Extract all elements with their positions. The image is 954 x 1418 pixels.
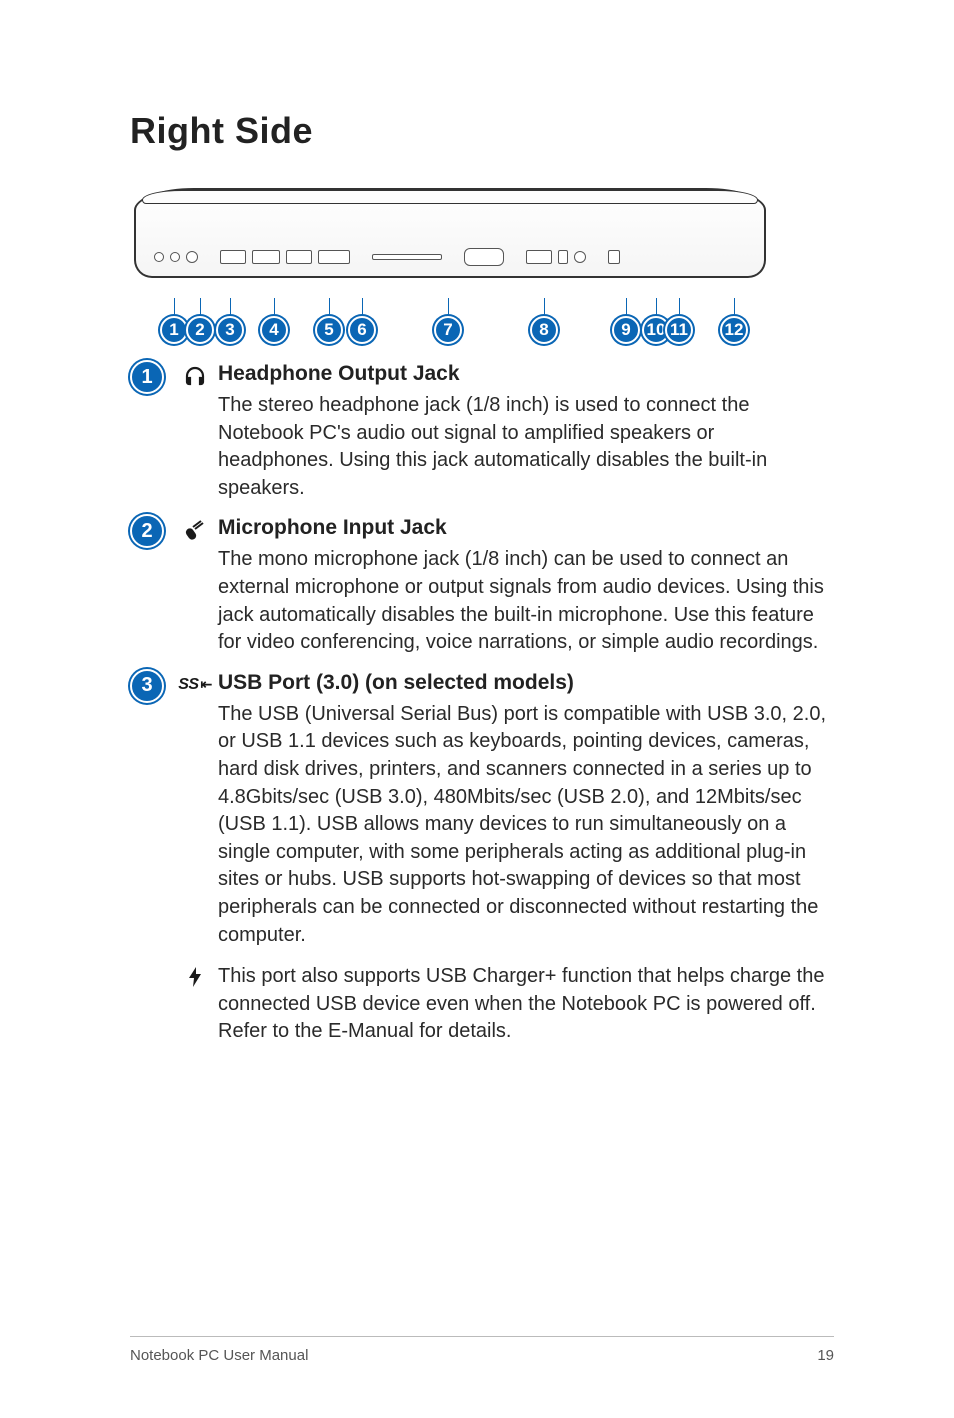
callout-4: 4 <box>260 298 288 344</box>
laptop-outline <box>134 188 766 278</box>
callout-7: 7 <box>434 298 462 344</box>
item-title: Microphone Input Jack <box>218 516 834 540</box>
item-badge: 2 <box>130 514 164 548</box>
port-esata <box>252 250 280 264</box>
port-headphone <box>154 252 164 262</box>
callout-8: 8 <box>530 298 558 344</box>
port-lock <box>608 250 620 264</box>
callout-11: 11 <box>665 298 693 344</box>
callout-number: 5 <box>315 316 343 344</box>
item-1: 1 Headphone Output Jack The stereo headp… <box>130 362 834 502</box>
callout-number: 12 <box>720 316 748 344</box>
diagram-callouts: 123456789101112 <box>130 294 770 344</box>
laptop-lid <box>142 190 758 204</box>
items-list: 1 Headphone Output Jack The stereo headp… <box>130 362 834 1046</box>
callout-3: 3 <box>216 298 244 344</box>
port-antenna <box>558 250 568 264</box>
footer-page-number: 19 <box>817 1347 834 1364</box>
right-side-diagram: 123456789101112 <box>130 184 770 334</box>
port-row <box>154 248 746 266</box>
item-text: The stereo headphone jack (1/8 inch) is … <box>218 392 834 502</box>
port-usb3 <box>186 251 198 263</box>
item-3: 3 SS⇤ USB Port (3.0) (on selected models… <box>130 671 834 949</box>
callout-number: 6 <box>348 316 376 344</box>
item-title: USB Port (3.0) (on selected models) <box>218 671 834 695</box>
page-title: Right Side <box>130 110 834 152</box>
port-hdmi <box>318 250 350 264</box>
microphone-icon <box>178 516 212 544</box>
item-text: The USB (Universal Serial Bus) port is c… <box>218 701 834 949</box>
callout-number: 3 <box>216 316 244 344</box>
port-usb2 <box>286 250 312 264</box>
callout-6: 6 <box>348 298 376 344</box>
item-badge: 3 <box>130 669 164 703</box>
usb3-icon: SS⇤ <box>178 671 212 699</box>
port-lan <box>526 250 552 264</box>
callout-9: 9 <box>612 298 640 344</box>
headphone-icon <box>178 362 212 390</box>
item-sub-text: This port also supports USB Charger+ fun… <box>218 963 834 1046</box>
callout-1: 1 <box>160 298 188 344</box>
callout-2: 2 <box>186 298 214 344</box>
callout-number: 7 <box>434 316 462 344</box>
footer-left: Notebook PC User Manual <box>130 1347 308 1364</box>
item-text: The mono microphone jack (1/8 inch) can … <box>218 546 834 656</box>
callout-number: 11 <box>665 316 693 344</box>
callout-number: 1 <box>160 316 188 344</box>
item-2: 2 Microphone Input Jack The mono microph… <box>130 516 834 656</box>
page-footer: Notebook PC User Manual 19 <box>130 1336 834 1364</box>
port-power <box>574 251 586 263</box>
callout-5: 5 <box>315 298 343 344</box>
port-vga <box>464 248 504 266</box>
callout-number: 8 <box>530 316 558 344</box>
port-mic <box>170 252 180 262</box>
item-badge: 1 <box>130 360 164 394</box>
callout-number: 4 <box>260 316 288 344</box>
port-card-slot <box>372 254 442 260</box>
callout-number: 2 <box>186 316 214 344</box>
callout-12: 12 <box>720 298 748 344</box>
item-title: Headphone Output Jack <box>218 362 834 386</box>
lightning-icon <box>178 963 212 991</box>
callout-number: 9 <box>612 316 640 344</box>
item-3-sub: This port also supports USB Charger+ fun… <box>178 963 834 1046</box>
port-usb <box>220 250 246 264</box>
